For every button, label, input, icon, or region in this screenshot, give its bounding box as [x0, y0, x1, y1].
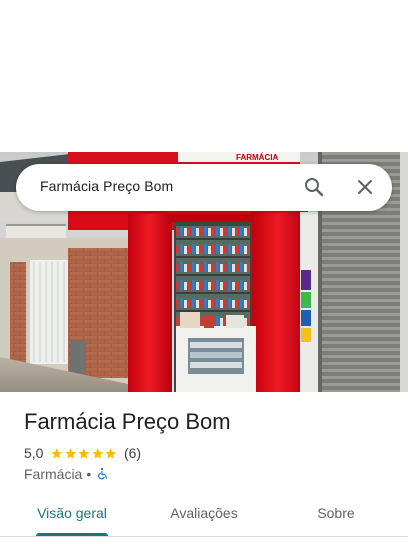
review-count[interactable]: (6) — [124, 445, 141, 461]
blank-header-area — [0, 0, 408, 152]
tab-about[interactable]: Sobre — [296, 493, 376, 533]
place-category: Farmácia — [24, 466, 83, 482]
star-icon — [92, 447, 104, 459]
separator-dot: • — [86, 466, 92, 482]
search-bar[interactable]: Farmácia Preço Bom — [16, 164, 392, 211]
rating-value: 5,0 — [24, 445, 44, 461]
place-name: Farmácia Preço Bom — [24, 409, 231, 434]
tabs-divider — [0, 536, 408, 537]
category-row: Farmácia • — [24, 465, 109, 483]
search-icon[interactable] — [302, 175, 326, 199]
rating-row[interactable]: 5,0 (6) — [24, 444, 141, 462]
search-query-text[interactable]: Farmácia Preço Bom — [40, 178, 173, 194]
close-icon[interactable] — [353, 175, 377, 199]
star-icon — [105, 447, 117, 459]
tab-overview[interactable]: Visão geral — [24, 493, 120, 533]
star-icon — [51, 447, 63, 459]
wheelchair-accessible-icon — [98, 467, 108, 480]
place-tabs: Visão geral Avaliações Sobre — [0, 493, 408, 537]
star-rating — [50, 447, 118, 460]
tab-reviews[interactable]: Avaliações — [154, 493, 254, 533]
star-icon — [78, 447, 90, 459]
star-icon — [65, 447, 77, 459]
storefront-sign-text: FARMÁCIA — [236, 153, 278, 162]
